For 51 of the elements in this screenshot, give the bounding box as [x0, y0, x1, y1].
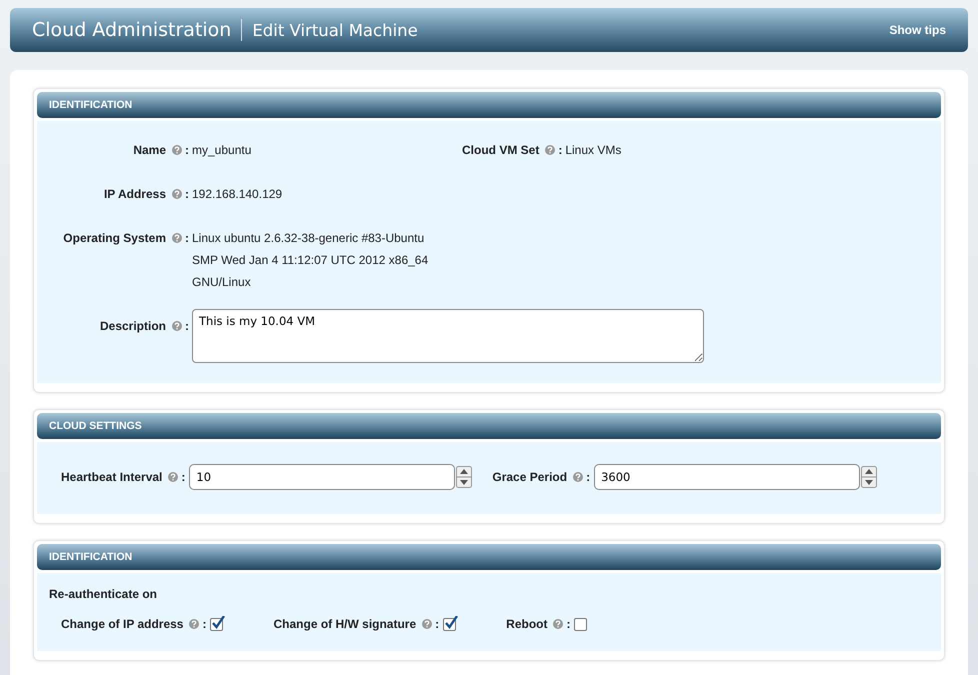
show-tips-link[interactable]: Show tips: [889, 23, 946, 37]
field-value-line: Linux ubuntu 2.6.32-38-generic #83-Ubuntu: [192, 230, 426, 247]
checkbox[interactable]: [443, 618, 456, 630]
section-header: IDENTIFICATION: [37, 544, 941, 570]
field-value-line: GNU/Linux: [192, 274, 252, 291]
help-icon[interactable]: [172, 321, 182, 331]
colon: :: [202, 617, 206, 631]
colon: :: [586, 470, 590, 484]
colon: :: [185, 186, 189, 203]
help-icon[interactable]: [172, 189, 182, 199]
description-field[interactable]: This is my 10.04 VM: [192, 309, 704, 363]
group-label: Re-authenticate on: [49, 587, 158, 601]
help-icon[interactable]: [172, 145, 182, 155]
colon: :: [185, 318, 189, 335]
option-label: Change of H/W signature: [273, 617, 416, 631]
field-value: 192.168.140.129: [192, 187, 282, 201]
help-icon[interactable]: [189, 619, 200, 629]
field-value: Linux VMs: [565, 143, 622, 157]
spinner-icon[interactable]: [456, 466, 472, 488]
spinner-icon[interactable]: [861, 466, 878, 488]
checkbox[interactable]: [574, 618, 588, 630]
option-label: Reboot: [506, 617, 548, 631]
app-title: Cloud Administration: [32, 19, 242, 41]
help-icon[interactable]: [168, 472, 178, 482]
colon: :: [558, 142, 562, 159]
field-label: Name: [133, 142, 166, 159]
help-icon[interactable]: [422, 619, 432, 629]
number-field[interactable]: 3600: [594, 464, 860, 490]
help-icon[interactable]: [573, 472, 584, 482]
field-label: Heartbeat Interval: [61, 470, 162, 484]
section-header: CLOUD SETTINGS: [37, 413, 941, 439]
section-header: IDENTIFICATION: [37, 92, 941, 118]
colon: :: [185, 230, 189, 247]
colon: :: [181, 470, 186, 484]
field-value: my_ubuntu: [192, 143, 252, 157]
field-label: Cloud VM Set: [462, 142, 540, 159]
colon: :: [566, 617, 570, 631]
option-label: Change of IP address: [61, 617, 184, 631]
help-icon[interactable]: [172, 233, 182, 243]
field-label: Grace Period: [492, 470, 568, 484]
number-field[interactable]: 10: [189, 464, 456, 490]
help-icon[interactable]: [545, 145, 556, 155]
page-title: Edit Virtual Machine: [251, 20, 418, 40]
field-value-line: SMP Wed Jan 4 11:12:07 UTC 2012 x86_64: [192, 252, 428, 269]
help-icon[interactable]: [553, 619, 564, 629]
field-label: Operating System: [63, 230, 166, 247]
colon: :: [435, 617, 440, 631]
field-label: Description: [100, 318, 166, 335]
colon: :: [185, 142, 189, 159]
checkbox[interactable]: [210, 618, 224, 630]
field-label: IP Address: [104, 186, 166, 203]
